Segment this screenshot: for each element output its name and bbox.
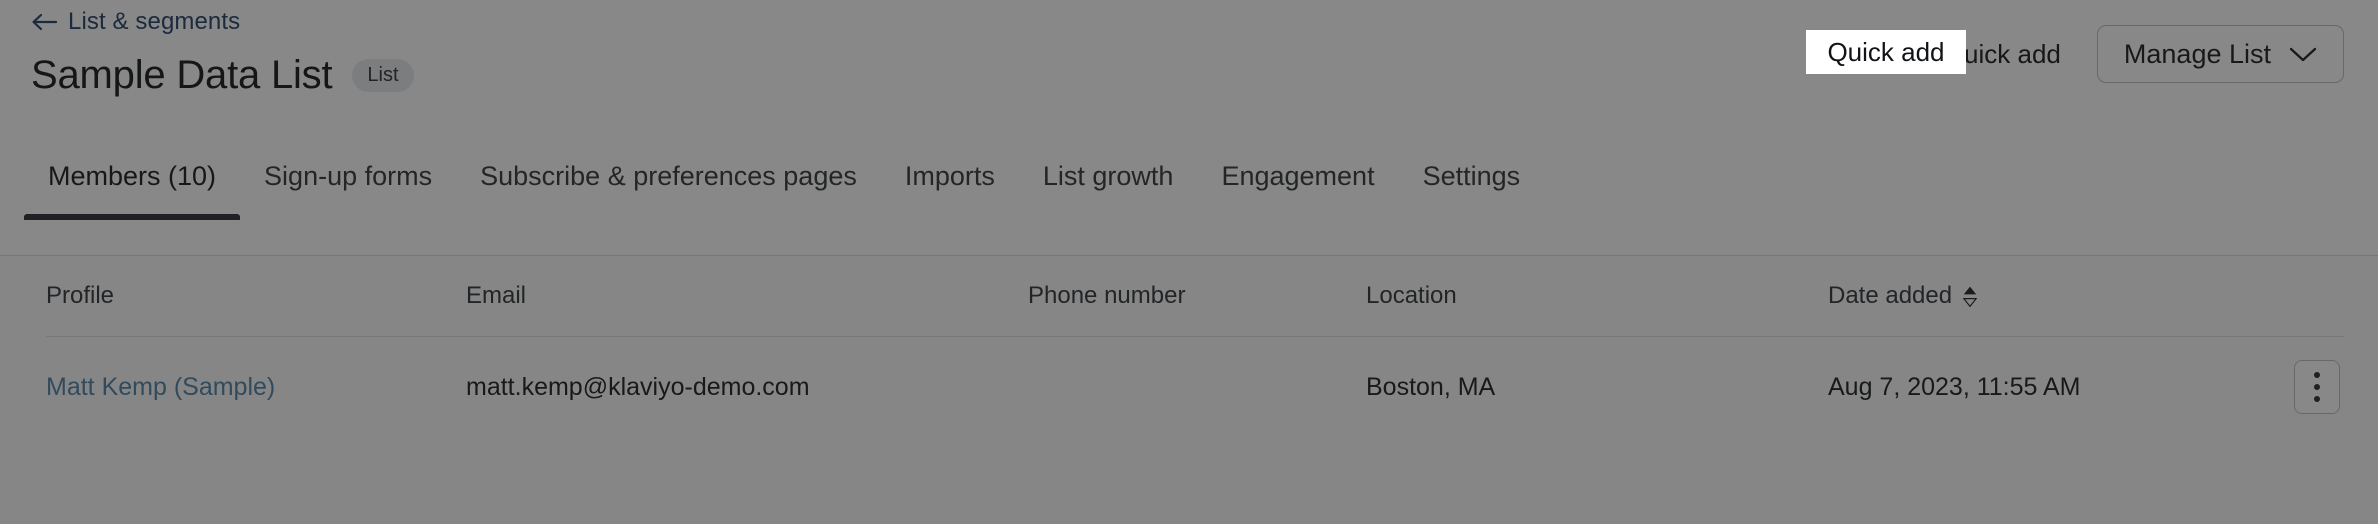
cell-email: matt.kemp@klaviyo-demo.com [466, 373, 810, 401]
kebab-menu-icon[interactable] [2294, 360, 2340, 414]
members-panel: Profile Email Phone number Location Date… [0, 256, 2378, 524]
quick-add-highlight-label: Quick add [1827, 37, 1945, 67]
manage-list-button[interactable]: Manage List [2096, 25, 2344, 83]
members-table: Profile Email Phone number Location Date… [46, 256, 2344, 437]
tab-sign-up-forms[interactable]: Sign-up forms [240, 158, 456, 220]
column-header-email[interactable]: Email [466, 281, 1028, 311]
column-header-date-added-label: Date added [1828, 282, 1953, 309]
app-content: List & segments Sample Data List List Qu… [0, 0, 2378, 524]
date-added-sort-control[interactable]: Date added [1828, 281, 1978, 311]
tab-list-growth[interactable]: List growth [1019, 158, 1198, 220]
column-header-phone-number[interactable]: Phone number [1028, 281, 1366, 311]
table-header-row: Profile Email Phone number Location Date… [46, 256, 2344, 337]
tab-imports[interactable]: Imports [881, 158, 1019, 220]
column-header-profile[interactable]: Profile [46, 281, 466, 311]
breadcrumb-back-link[interactable]: List & segments [31, 8, 240, 36]
app-window: List & segments Sample Data List List Qu… [0, 0, 2378, 524]
breadcrumb-back-label: List & segments [68, 8, 241, 35]
list-type-badge: List [352, 58, 414, 92]
profile-link[interactable]: Matt Kemp (Sample) [46, 373, 275, 401]
page-title-row: Sample Data List List [31, 50, 414, 100]
arrow-left-icon [31, 12, 57, 32]
table-row[interactable]: Matt Kemp (Sample) matt.kemp@klaviyo-dem… [46, 337, 2344, 437]
manage-list-label: Manage List [2123, 39, 2271, 69]
tab-settings[interactable]: Settings [1399, 158, 1545, 220]
kebab-dot [2314, 396, 2320, 402]
column-header-location[interactable]: Location [1366, 281, 1828, 311]
kebab-dot [2314, 372, 2320, 378]
page-title: Sample Data List [31, 53, 333, 97]
cell-row-actions [2268, 360, 2344, 414]
cell-date-added: Aug 7, 2023, 11:55 AM [1828, 373, 2081, 401]
tab-members[interactable]: Members (10) [24, 158, 241, 220]
header-actions: Quick add Manage List [1936, 25, 2344, 83]
sort-updown-icon [1963, 286, 1978, 307]
quick-add-highlight[interactable]: Quick add [1806, 30, 1966, 74]
tab-subscribe-preferences-pages[interactable]: Subscribe & preferences pages [456, 158, 881, 220]
tab-bar: Members (10) Sign-up forms Subscribe & p… [24, 158, 1544, 220]
column-header-date-added[interactable]: Date added [1828, 281, 2268, 311]
tab-engagement[interactable]: Engagement [1197, 158, 1398, 220]
cell-location: Boston, MA [1366, 373, 1496, 401]
cell-profile: Matt Kemp (Sample) [46, 371, 466, 403]
chevron-down-icon [2289, 46, 2317, 63]
kebab-dot [2314, 384, 2320, 390]
